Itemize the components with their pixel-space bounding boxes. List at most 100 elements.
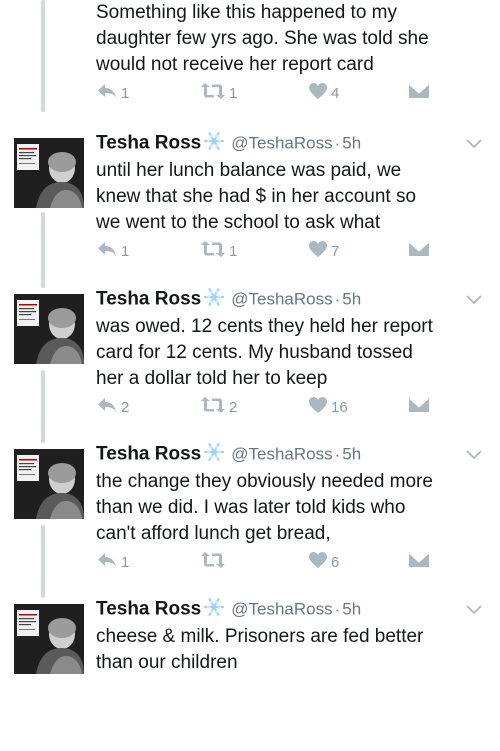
reply-icon bbox=[96, 551, 118, 574]
direct-message-icon bbox=[408, 396, 430, 418]
direct-message-button[interactable] bbox=[408, 551, 430, 573]
direct-message-icon bbox=[408, 240, 430, 262]
reply-count: 1 bbox=[121, 84, 130, 102]
tweet-actions: 1 6 bbox=[96, 551, 436, 573]
like-count: 7 bbox=[331, 242, 340, 260]
tweet-text-line: we went to the school to ask what bbox=[96, 212, 381, 233]
direct-message-button[interactable] bbox=[408, 396, 430, 418]
like-button[interactable]: 6 bbox=[308, 551, 339, 573]
tweet-actions: 1 1 4 bbox=[96, 82, 436, 104]
tweet-text-line: card for 12 cents. My husband tossed bbox=[96, 342, 413, 363]
heart-icon bbox=[308, 240, 328, 263]
tweet-text: cheese & milk. Prisoners are fed better t… bbox=[96, 624, 486, 676]
tweet[interactable]: Tesha Ross @TeshaRoss · 5h cheese & milk. P… bbox=[0, 596, 500, 751]
retweet-button[interactable]: 1 bbox=[200, 240, 237, 262]
retweet-count: 1 bbox=[229, 242, 238, 260]
direct-message-button[interactable] bbox=[408, 240, 430, 262]
heart-icon bbox=[308, 82, 328, 105]
author-name[interactable]: Tesha Ross bbox=[96, 133, 201, 154]
like-button[interactable]: 7 bbox=[308, 240, 339, 262]
thread-connector-line bbox=[41, 0, 45, 112]
timestamp[interactable]: 5h bbox=[342, 290, 361, 309]
retweet-icon bbox=[200, 82, 226, 105]
reply-count: 1 bbox=[121, 242, 130, 260]
like-count: 16 bbox=[331, 398, 348, 416]
chevron-down-icon[interactable] bbox=[466, 136, 482, 154]
author-handle[interactable]: @TeshaRoss bbox=[231, 600, 332, 619]
author-handle[interactable]: @TeshaRoss bbox=[231, 134, 332, 153]
avatar[interactable] bbox=[14, 294, 84, 364]
snowflake-badge-icon bbox=[203, 130, 225, 157]
reply-button[interactable]: 1 bbox=[96, 82, 129, 104]
direct-message-button[interactable] bbox=[408, 82, 430, 104]
avatar[interactable] bbox=[14, 138, 84, 208]
reply-button[interactable]: 2 bbox=[96, 396, 129, 418]
timestamp[interactable]: 5h bbox=[342, 600, 361, 619]
avatar[interactable] bbox=[14, 449, 84, 519]
reply-icon bbox=[96, 396, 118, 419]
reply-count: 1 bbox=[121, 553, 130, 571]
tweet[interactable]: Tesha Ross @TeshaRoss · 5h was owed. 12 cen… bbox=[0, 286, 500, 441]
separator-dot: · bbox=[334, 599, 341, 619]
tweet-text-line: Something like this happened to my bbox=[96, 2, 398, 23]
reply-button[interactable]: 1 bbox=[96, 551, 129, 573]
author-name[interactable]: Tesha Ross bbox=[96, 599, 201, 620]
author-name[interactable]: Tesha Ross bbox=[96, 289, 201, 310]
tweet[interactable]: Something like this happened to my daught… bbox=[0, 0, 500, 102]
tweet-actions: 1 1 7 bbox=[96, 240, 436, 262]
heart-icon bbox=[308, 551, 328, 574]
timestamp[interactable]: 5h bbox=[342, 134, 361, 153]
retweet-icon bbox=[200, 396, 226, 419]
tweet-text-line: her a dollar told her to keep bbox=[96, 368, 328, 389]
tweet-text-line: than we did. I was later told kids who bbox=[96, 497, 406, 518]
tweet-header: Tesha Ross @TeshaRoss · 5h bbox=[96, 130, 361, 156]
chevron-down-icon[interactable] bbox=[466, 602, 482, 620]
tweet[interactable]: Tesha Ross @TeshaRoss · 5h the change they … bbox=[0, 441, 500, 596]
like-button[interactable]: 4 bbox=[308, 82, 339, 104]
tweet-text-line: cheese & milk. Prisoners are fed better bbox=[96, 626, 424, 647]
snowflake-badge-icon bbox=[203, 441, 225, 468]
tweet-text: until her lunch balance was paid, we knew… bbox=[96, 158, 486, 236]
separator-dot: · bbox=[334, 444, 341, 464]
tweet-text-line: daughter few yrs ago. She was told she bbox=[96, 28, 429, 49]
tweet-text-line: knew that she had $ in her account so bbox=[96, 186, 417, 207]
snowflake-badge-icon bbox=[203, 286, 225, 313]
tweet-text-line: was owed. 12 cents they held her report bbox=[96, 316, 433, 337]
tweet-header: Tesha Ross @TeshaRoss · 5h bbox=[96, 441, 361, 467]
direct-message-icon bbox=[408, 551, 430, 573]
snowflake-badge-icon bbox=[203, 596, 225, 623]
retweet-icon bbox=[200, 551, 226, 574]
tweet-text-line: can't afford lunch get bread, bbox=[96, 523, 331, 544]
tweet-header: Tesha Ross @TeshaRoss · 5h bbox=[96, 286, 361, 312]
tweet[interactable]: Tesha Ross @TeshaRoss · 5h until her lunch … bbox=[0, 130, 500, 285]
author-handle[interactable]: @TeshaRoss bbox=[231, 445, 332, 464]
reply-count: 2 bbox=[121, 398, 130, 416]
chevron-down-icon[interactable] bbox=[466, 292, 482, 310]
avatar[interactable] bbox=[14, 604, 84, 674]
like-count: 6 bbox=[331, 553, 340, 571]
retweet-icon bbox=[200, 240, 226, 263]
heart-icon bbox=[308, 396, 328, 419]
separator-dot: · bbox=[334, 289, 341, 309]
tweet-header: Tesha Ross @TeshaRoss · 5h bbox=[96, 596, 361, 622]
retweet-button[interactable]: 1 bbox=[200, 82, 237, 104]
author-name[interactable]: Tesha Ross bbox=[96, 444, 201, 465]
retweet-count: 1 bbox=[229, 84, 238, 102]
tweet-actions: 2 2 16 bbox=[96, 396, 436, 418]
tweet-text-line: until her lunch balance was paid, we bbox=[96, 160, 402, 181]
like-count: 4 bbox=[331, 84, 340, 102]
timestamp[interactable]: 5h bbox=[342, 445, 361, 464]
like-button[interactable]: 16 bbox=[308, 396, 348, 418]
chevron-down-icon[interactable] bbox=[466, 447, 482, 465]
reply-button[interactable]: 1 bbox=[96, 240, 129, 262]
retweet-button[interactable] bbox=[200, 551, 229, 573]
tweet-text: Something like this happened to my daught… bbox=[96, 0, 486, 78]
retweet-button[interactable]: 2 bbox=[200, 396, 237, 418]
author-handle[interactable]: @TeshaRoss bbox=[231, 290, 332, 309]
tweet-text-line: would not receive her report card bbox=[96, 54, 374, 75]
tweet-text-line: than our children bbox=[96, 652, 238, 673]
tweet-text: the change they obviously needed more tha… bbox=[96, 469, 486, 547]
retweet-count: 2 bbox=[229, 398, 238, 416]
separator-dot: · bbox=[334, 133, 341, 153]
tweet-text-line: the change they obviously needed more bbox=[96, 471, 433, 492]
